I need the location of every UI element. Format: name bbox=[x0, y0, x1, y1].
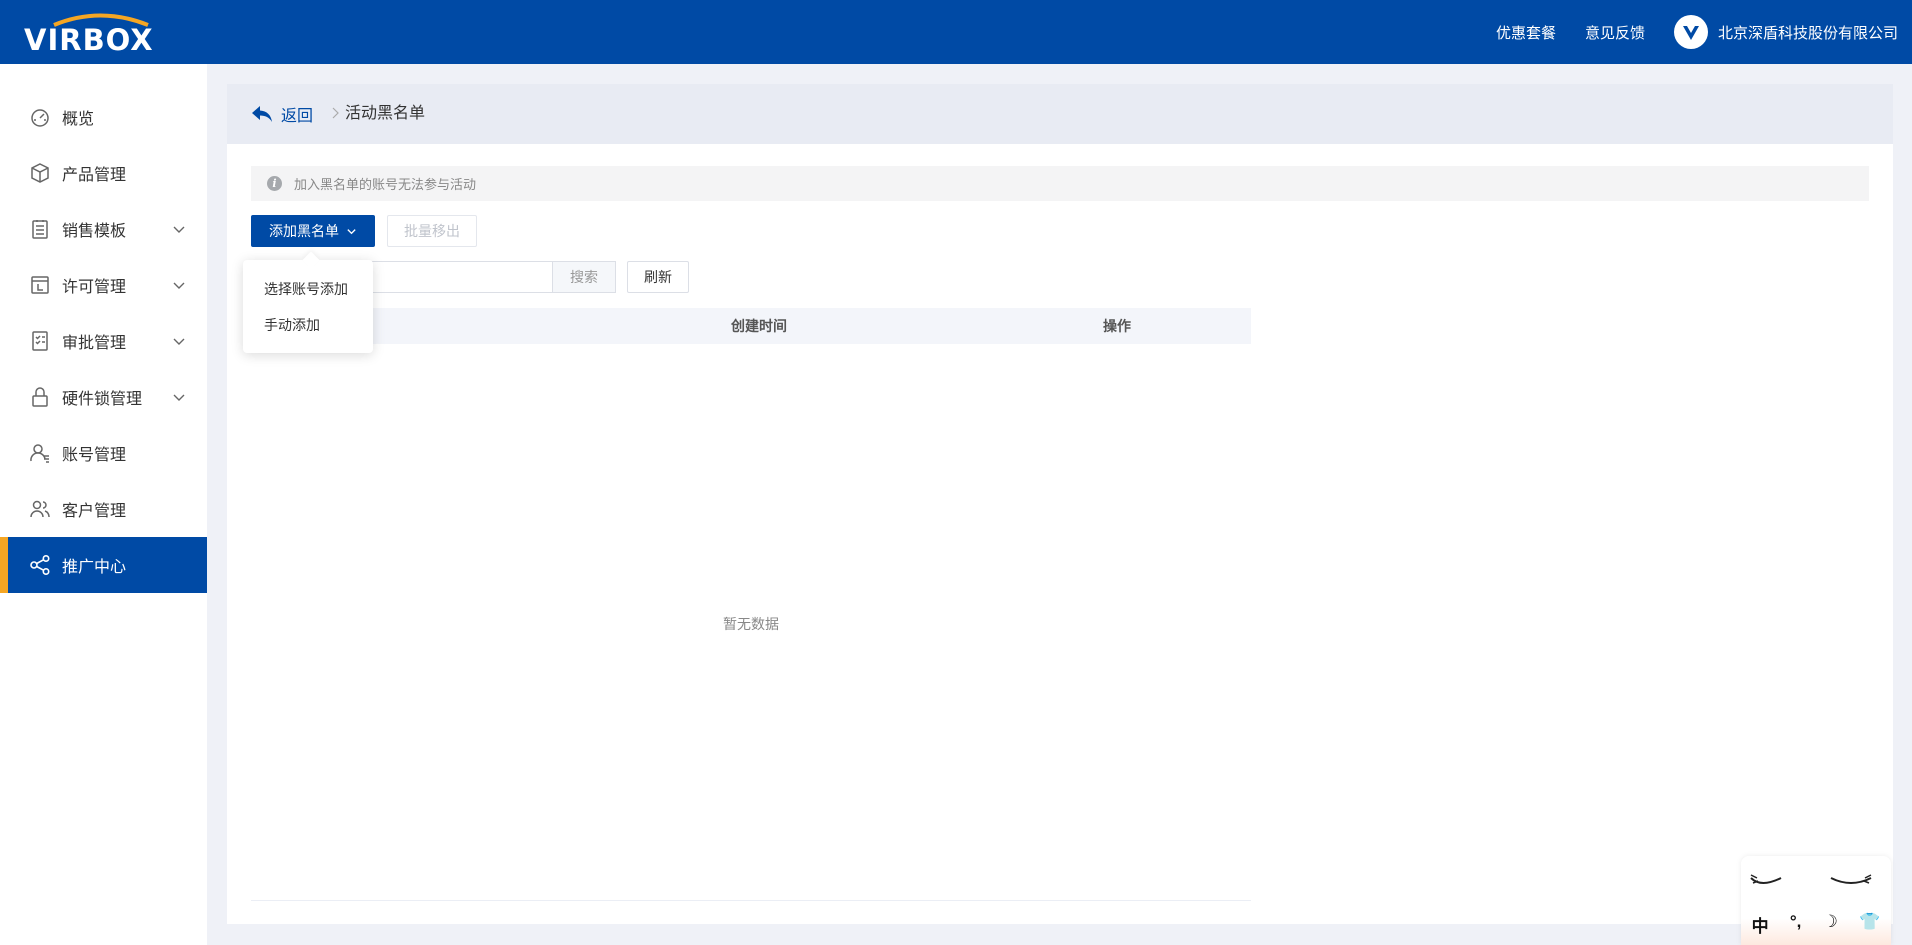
chevron-down-icon bbox=[173, 338, 185, 345]
dashboard-icon bbox=[29, 106, 51, 128]
chevron-down-icon bbox=[173, 226, 185, 233]
lock-icon bbox=[29, 386, 51, 408]
dropdown-item-manual-add[interactable]: 手动添加 bbox=[243, 307, 373, 343]
column-header-created-time[interactable]: 创建时间 bbox=[731, 308, 787, 344]
sidebar-item-approvals[interactable]: 审批管理 bbox=[0, 313, 207, 369]
back-label: 返回 bbox=[281, 108, 314, 125]
sidebar-item-accounts[interactable]: 账号管理 bbox=[0, 425, 207, 481]
license-icon bbox=[29, 274, 51, 296]
sidebar-item-overview[interactable]: 概览 bbox=[0, 89, 207, 145]
sidebar-item-label: 许可管理 bbox=[62, 279, 127, 296]
batch-remove-label: 批量移出 bbox=[404, 223, 460, 239]
active-indicator bbox=[0, 537, 8, 593]
chevron-down-icon bbox=[347, 228, 356, 234]
sidebar-item-licenses[interactable]: 许可管理 bbox=[0, 257, 207, 313]
breadcrumb: 返回 活动黑名单 bbox=[227, 84, 1893, 144]
cube-icon bbox=[29, 162, 51, 184]
chevron-down-icon bbox=[173, 282, 185, 289]
info-notice: i 加入黑名单的账号无法参与活动 bbox=[251, 166, 1869, 201]
company-name: 北京深盾科技股份有限公司 bbox=[1717, 24, 1898, 42]
sidebar-item-promotion-center[interactable]: 推广中心 bbox=[0, 537, 207, 593]
add-blacklist-dropdown: 选择账号添加 手动添加 bbox=[243, 260, 373, 353]
notice-text: 加入黑名单的账号无法参与活动 bbox=[294, 177, 477, 192]
sidebar-item-label: 账号管理 bbox=[62, 447, 127, 464]
ime-widget[interactable]: 中 °, ☽ 👕 bbox=[1741, 856, 1891, 945]
sidebar-item-label: 概览 bbox=[62, 111, 95, 128]
company-logo-icon bbox=[1673, 15, 1708, 49]
sidebar-item-label: 客户管理 bbox=[62, 503, 127, 520]
back-button[interactable]: 返回 bbox=[251, 84, 313, 144]
sidebar-item-products[interactable]: 产品管理 bbox=[0, 145, 207, 201]
share-icon bbox=[29, 554, 51, 576]
ime-eyes-icon bbox=[1750, 874, 1872, 884]
refresh-button[interactable]: 刷新 bbox=[627, 261, 689, 293]
page-title: 活动黑名单 bbox=[345, 105, 426, 122]
add-blacklist-label: 添加黑名单 bbox=[269, 223, 339, 239]
column-header-actions: 操作 bbox=[1103, 318, 1131, 334]
ime-toolbar: 中 °, ☽ 👕 bbox=[1741, 912, 1891, 937]
header-links: 优惠套餐 意见反馈 北京深盾科技股份有限公司 bbox=[1496, 0, 1898, 64]
batch-remove-button[interactable]: 批量移出 bbox=[387, 215, 477, 247]
template-icon bbox=[29, 218, 51, 240]
sidebar-item-label: 产品管理 bbox=[62, 167, 127, 184]
empty-state: 暂无数据 bbox=[723, 616, 779, 632]
dropdown-item-select-account[interactable]: 选择账号添加 bbox=[243, 271, 373, 307]
user-icon bbox=[29, 442, 51, 464]
info-icon: i bbox=[267, 176, 282, 191]
chevron-right-icon bbox=[332, 107, 339, 119]
ime-mode-chinese[interactable]: 中 bbox=[1752, 912, 1769, 937]
ime-punctuation[interactable]: °, bbox=[1790, 912, 1802, 937]
top-header: VIRBOX 优惠套餐 意见反馈 北京深盾科技股份有限公司 bbox=[0, 0, 1912, 64]
main-card: 返回 活动黑名单 i 加入黑名单的账号无法参与活动 添加黑名单 批量移出 搜索 … bbox=[227, 84, 1893, 924]
virbox-logo[interactable]: VIRBOX bbox=[24, 12, 176, 57]
sidebar-item-sales-templates[interactable]: 销售模板 bbox=[0, 201, 207, 257]
svg-text:VIRBOX: VIRBOX bbox=[24, 23, 154, 52]
sidebar-item-hardware-locks[interactable]: 硬件锁管理 bbox=[0, 369, 207, 425]
back-arrow-icon bbox=[252, 106, 272, 122]
sidebar-item-label: 推广中心 bbox=[62, 559, 127, 576]
header-link-feedback[interactable]: 意见反馈 bbox=[1585, 22, 1645, 43]
sidebar-item-customers[interactable]: 客户管理 bbox=[0, 481, 207, 537]
search-button[interactable]: 搜索 bbox=[552, 261, 616, 293]
approval-icon bbox=[29, 330, 51, 352]
sidebar-nav: 概览 产品管理 销售模板 许可管理 审批管理 硬件锁管理 账号管理 客户管理 推… bbox=[0, 64, 207, 945]
chevron-down-icon bbox=[173, 394, 185, 401]
company-account[interactable]: 北京深盾科技股份有限公司 bbox=[1673, 15, 1898, 49]
ime-moon-icon[interactable]: ☽ bbox=[1823, 912, 1838, 937]
sidebar-item-label: 硬件锁管理 bbox=[62, 391, 143, 408]
table-divider bbox=[251, 900, 1251, 901]
ime-skin-icon[interactable]: 👕 bbox=[1859, 912, 1880, 937]
table-header: 创建时间 操作 bbox=[251, 308, 1251, 344]
sidebar-item-label: 销售模板 bbox=[62, 223, 127, 240]
header-link-packages[interactable]: 优惠套餐 bbox=[1496, 22, 1556, 43]
search-label: 搜索 bbox=[570, 269, 598, 285]
refresh-label: 刷新 bbox=[644, 269, 672, 285]
sidebar-item-label: 审批管理 bbox=[62, 335, 127, 352]
customers-icon bbox=[29, 498, 51, 520]
add-blacklist-button[interactable]: 添加黑名单 bbox=[251, 215, 375, 247]
